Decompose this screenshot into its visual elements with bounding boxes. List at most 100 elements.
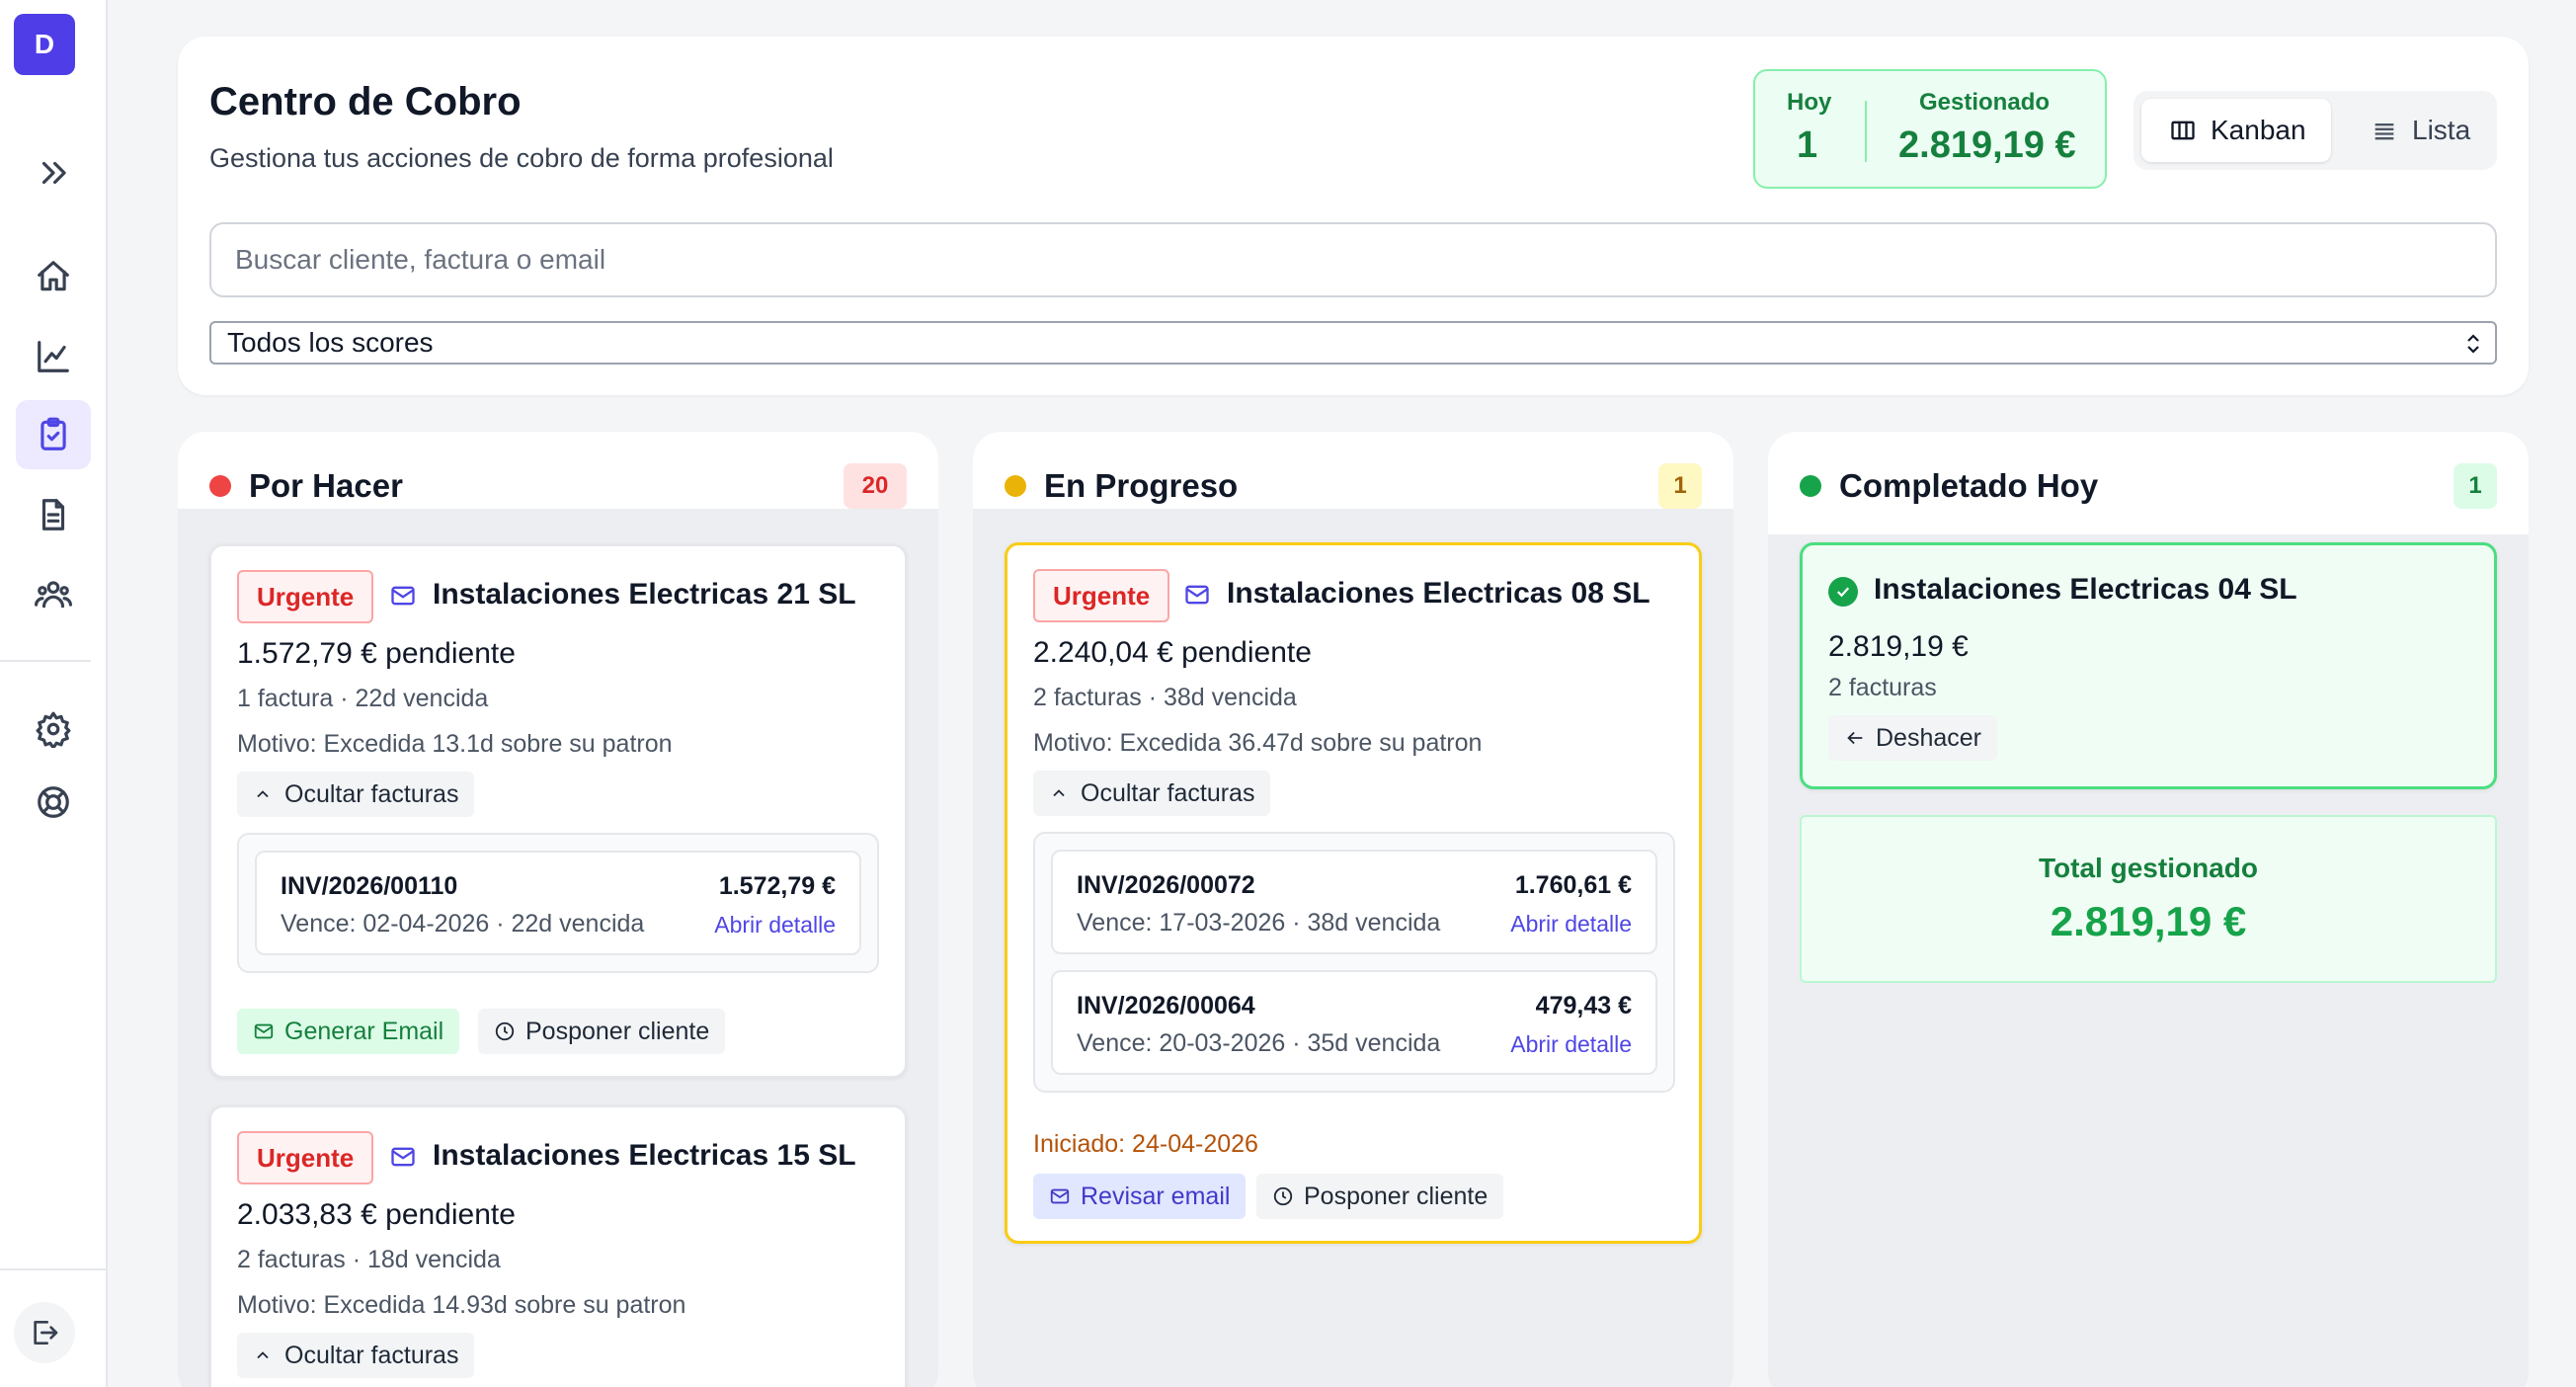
sidebar-item-collections[interactable] (16, 400, 91, 469)
invoice-meta: 2 facturas (1828, 674, 1937, 701)
hide-invoices-button[interactable]: Ocultar facturas (237, 772, 475, 817)
sidebar-item-analytics[interactable] (16, 322, 91, 391)
total-value: 2.819,19 € (2050, 898, 2247, 944)
undo-button[interactable]: Deshacer (1828, 715, 1997, 761)
postpone-client-button[interactable]: Posponer cliente (478, 1009, 726, 1054)
gear-icon (36, 711, 71, 748)
score-filter-select[interactable]: Todos los scores (209, 321, 2497, 365)
search-input[interactable] (209, 222, 2497, 297)
review-email-button[interactable]: Revisar email (1033, 1174, 1247, 1219)
toggle-label: Ocultar facturas (1081, 778, 1255, 807)
generate-email-label: Generar Email (284, 1017, 444, 1045)
stat-hoy-value: 1 (1797, 124, 1818, 166)
client-name: Instalaciones Electricas 04 SL (1874, 573, 2297, 606)
score-filter-value: Todos los scores (227, 327, 434, 358)
status-dot (1800, 475, 1821, 497)
hide-invoices-button[interactable]: Ocultar facturas (237, 1333, 475, 1378)
chevron-up-icon (257, 1351, 269, 1359)
client-name: Instalaciones Electricas 21 SL (433, 578, 856, 611)
select-arrows-icon (2467, 334, 2479, 354)
today-stats: Hoy 1 Gestionado 2.819,19 € (1753, 69, 2107, 189)
invoice-meta: 2 facturas · 18d vencida (237, 1246, 501, 1273)
invoice-due: Vence: 02-04-2026 · 22d vencida (281, 910, 645, 938)
invoice-row: INV/2026/00110 1.572,79 € Vence: 02-04-2… (255, 851, 861, 955)
mail-icon (387, 582, 419, 610)
chevrons-right-icon (41, 161, 66, 185)
header-card: Centro de Cobro Gestiona tus acciones de… (178, 37, 2529, 395)
undo-label: Deshacer (1876, 723, 1981, 752)
invoice-row: INV/2026/00064 479,43 € Vence: 20-03-202… (1051, 970, 1657, 1075)
sidebar-item-home[interactable] (16, 242, 91, 311)
collection-card[interactable]: Urgente Instalaciones Electricas 08 SL 2… (1005, 542, 1702, 1244)
reason-text: Motivo: Excedida 13.1d sobre su patron (237, 730, 673, 758)
stat-gestionado-label: Gestionado (1919, 89, 2051, 116)
column-header: En Progreso 1 (973, 432, 1733, 509)
lifebuoy-icon (38, 786, 69, 818)
home-icon (38, 261, 69, 291)
sidebar-item-help[interactable] (16, 768, 91, 837)
client-name: Instalaciones Electricas 15 SL (433, 1139, 856, 1172)
page-subtitle: Gestiona tus acciones de cobro de forma … (209, 143, 834, 173)
chevron-up-icon (257, 790, 269, 798)
mail-icon (387, 1143, 419, 1171)
stat-hoy-label: Hoy (1787, 89, 1832, 116)
collection-card[interactable]: Urgente Instalaciones Electricas 15 SL 2… (209, 1105, 907, 1387)
collection-card[interactable]: Urgente Instalaciones Electricas 21 SL 1… (209, 544, 907, 1078)
lista-label: Lista (2412, 115, 2471, 145)
column-title: Por Hacer (249, 467, 403, 504)
total-managed-box: Total gestionado 2.819,19 € (1800, 815, 2497, 983)
open-detail-link[interactable]: Abrir detalle (1510, 1031, 1632, 1058)
open-detail-link[interactable]: Abrir detalle (714, 912, 836, 938)
invoice-meta: 1 factura · 22d vencida (237, 685, 489, 712)
pending-amount: 1.572,79 € pendiente (237, 637, 516, 670)
open-detail-link[interactable]: Abrir detalle (1510, 911, 1632, 938)
hide-invoices-button[interactable]: Ocultar facturas (1033, 771, 1271, 816)
count-badge: 1 (2454, 463, 2497, 509)
check-circle-icon (1828, 577, 1858, 607)
invoice-number: INV/2026/00072 (1077, 871, 1255, 899)
list-view-button[interactable]: Lista (2341, 99, 2489, 162)
page-title: Centro de Cobro (209, 80, 522, 123)
column-todo: Por Hacer 20 Urgente Instalaciones Elect… (178, 432, 938, 1387)
postpone-label: Posponer cliente (525, 1017, 710, 1045)
mail-icon (1050, 1188, 1070, 1204)
kanban-view-button[interactable]: Kanban (2141, 99, 2331, 162)
logout-button[interactable] (14, 1302, 75, 1363)
urgent-badge: Urgente (237, 570, 374, 623)
postpone-client-button[interactable]: Posponer cliente (1256, 1174, 1504, 1219)
status-dot (209, 475, 231, 497)
count-badge: 20 (844, 463, 907, 509)
sidebar: D (0, 0, 108, 1387)
clock-icon (495, 1021, 515, 1041)
count-badge: 1 (1658, 463, 1702, 509)
app-logo[interactable]: D (14, 14, 75, 75)
review-email-label: Revisar email (1081, 1182, 1231, 1210)
pending-amount: 2.033,83 € pendiente (237, 1198, 516, 1231)
file-icon (41, 499, 65, 530)
invoice-amount: 1.572,79 € (718, 872, 836, 900)
column-header-spacer (1768, 509, 2529, 534)
mail-icon (254, 1023, 274, 1039)
clipboard-check-icon (40, 417, 66, 450)
invoice-list: INV/2026/00072 1.760,61 € Vence: 17-03-2… (1033, 832, 1675, 1093)
invoice-list: INV/2026/00110 1.572,79 € Vence: 02-04-2… (237, 833, 879, 973)
postpone-label: Posponer cliente (1304, 1182, 1489, 1210)
started-date: Iniciado: 24-04-2026 (1033, 1130, 1258, 1158)
column-header: Completado Hoy 1 (1768, 432, 2529, 509)
toggle-label: Ocultar facturas (284, 1341, 459, 1369)
completed-card[interactable]: Instalaciones Electricas 04 SL 2.819,19 … (1800, 542, 2497, 789)
list-icon (2375, 123, 2394, 140)
columns-icon (2171, 121, 2195, 140)
total-label: Total gestionado (2039, 853, 2258, 883)
kanban-label: Kanban (2211, 115, 2306, 145)
chevron-up-icon (1053, 789, 1065, 797)
expand-sidebar-button[interactable] (16, 138, 91, 207)
invoice-number: INV/2026/00064 (1077, 992, 1255, 1020)
sidebar-item-documents[interactable] (16, 480, 91, 549)
column-header: Por Hacer 20 (178, 432, 938, 509)
managed-amount: 2.819,19 € (1828, 630, 1969, 663)
generate-email-button[interactable]: Generar Email (237, 1009, 460, 1054)
invoice-meta: 2 facturas · 38d vencida (1033, 684, 1297, 711)
sidebar-item-clients[interactable] (16, 559, 91, 628)
sidebar-item-settings[interactable] (16, 694, 91, 764)
